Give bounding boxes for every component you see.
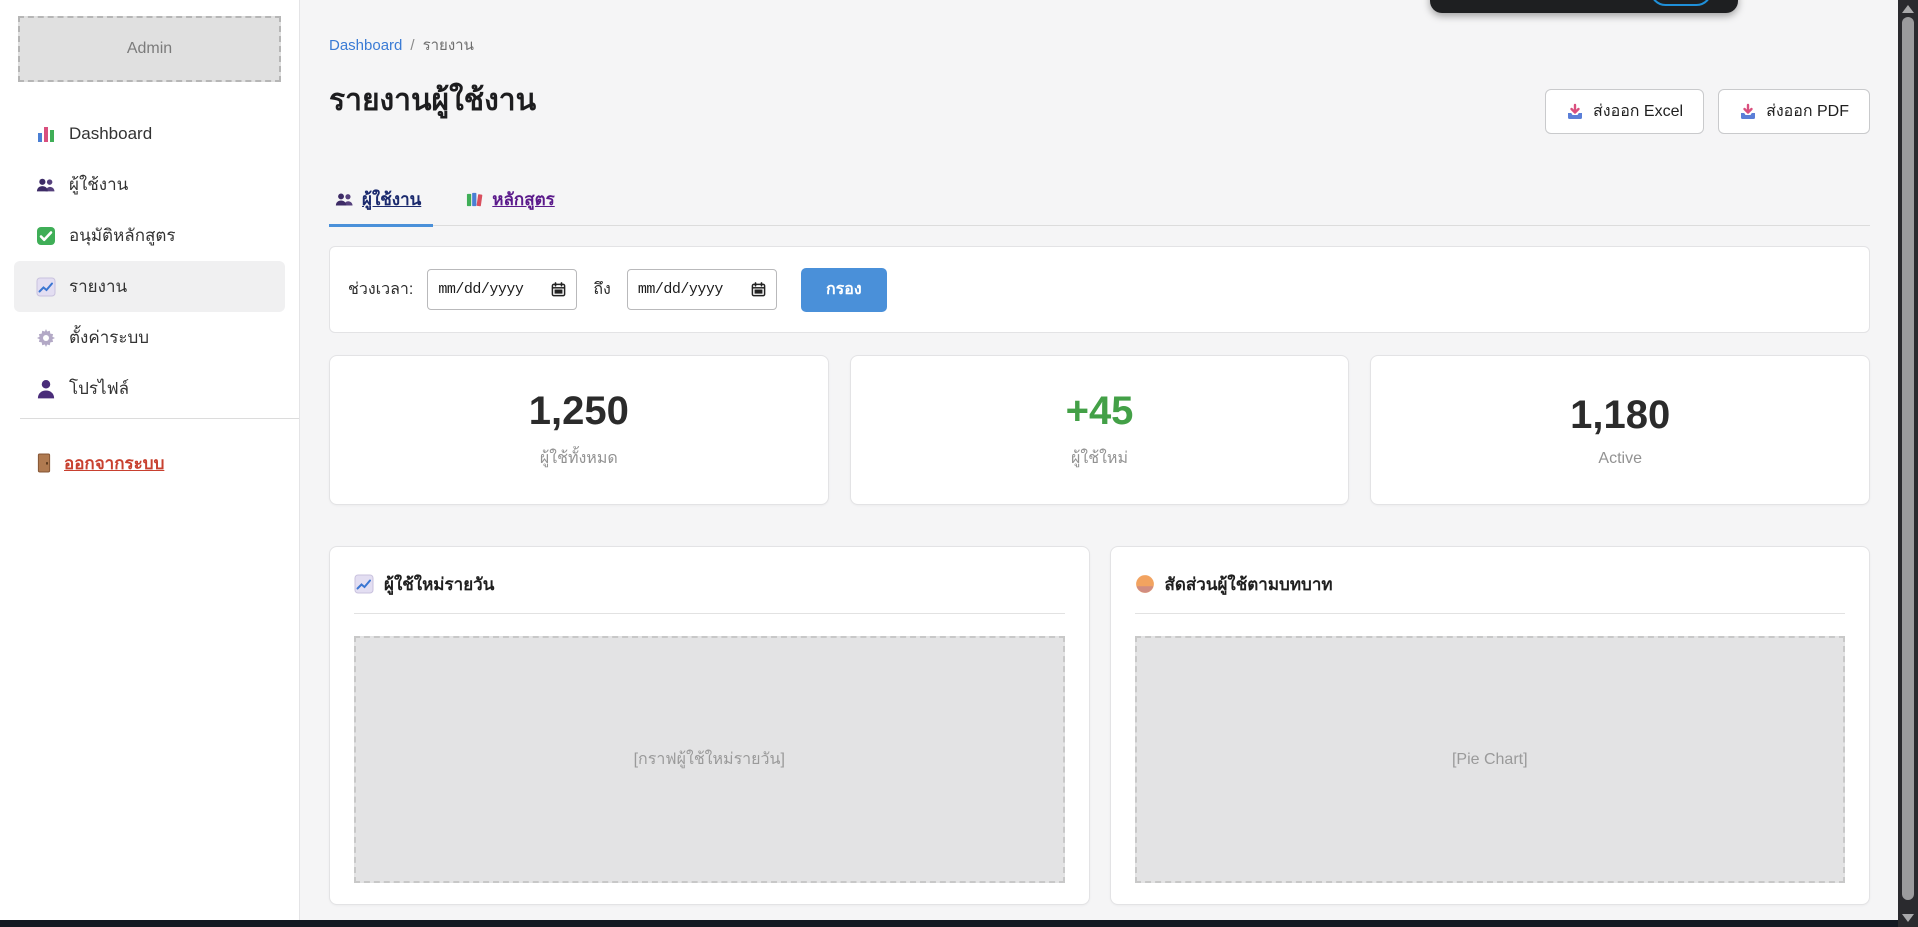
logout-link[interactable]: ออกจากระบบ	[0, 440, 285, 486]
sidebar-item-label: Dashboard	[69, 124, 152, 144]
export-pdf-label: ส่งออก PDF	[1766, 99, 1849, 124]
pie-chart-placeholder: [Pie Chart]	[1135, 636, 1846, 883]
stat-card-active-users: 1,180 Active	[1370, 355, 1870, 505]
download-tray-icon	[1566, 103, 1584, 121]
chart-title: ผู้ใช้ใหม่รายวัน	[384, 571, 494, 598]
main-content: Dashboard / รายงาน รายงานผู้ใช้งาน ส่งออ…	[301, 0, 1893, 920]
divider	[1135, 613, 1846, 614]
stat-label: Active	[1598, 450, 1642, 468]
export-excel-button[interactable]: ส่งออก Excel	[1545, 89, 1704, 134]
breadcrumb-current: รายงาน	[423, 33, 474, 57]
line-chart-placeholder: [กราฟผู้ใช้ใหม่รายวัน]	[354, 636, 1065, 883]
sidebar-menu: Dashboard ผู้ใช้งาน อนุมัติหลักสูตร รายง…	[0, 108, 299, 414]
end-date-value: mm/dd/yyyy	[638, 281, 723, 298]
check-icon	[36, 226, 56, 246]
stat-card-total-users: 1,250 ผู้ใช้ทั้งหมด	[329, 355, 829, 505]
sidebar-item-label: ผู้ใช้งาน	[69, 171, 128, 198]
chart-title-row: สัดส่วนผู้ใช้ตามบทบาท	[1135, 571, 1846, 597]
tab-bar: ผู้ใช้งาน หลักสูตร	[329, 180, 1870, 226]
export-buttons: ส่งออก Excel ส่งออก PDF	[1545, 89, 1870, 134]
stats-row: 1,250 ผู้ใช้ทั้งหมด +45 ผู้ใช้ใหม่ 1,180…	[329, 355, 1870, 505]
export-pdf-button[interactable]: ส่งออก PDF	[1718, 89, 1870, 134]
date-to-label: ถึง	[593, 277, 611, 302]
end-date-input[interactable]: mm/dd/yyyy	[627, 269, 777, 310]
placeholder-text: [Pie Chart]	[1452, 751, 1528, 769]
tab-courses[interactable]: หลักสูตร	[459, 180, 566, 225]
door-icon	[36, 453, 52, 473]
scrollbar-thumb[interactable]	[1902, 17, 1914, 900]
stat-value: +45	[1066, 389, 1134, 434]
scroll-down-button[interactable]	[1902, 914, 1914, 922]
tab-users[interactable]: ผู้ใช้งาน	[329, 180, 433, 225]
bottom-edge-bar	[0, 920, 1898, 927]
start-date-input[interactable]: mm/dd/yyyy	[427, 269, 577, 310]
stat-label: ผู้ใช้ทั้งหมด	[540, 446, 618, 471]
tab-courses-label: หลักสูตร	[492, 186, 554, 213]
users-icon	[36, 175, 56, 195]
sidebar-divider	[20, 418, 299, 419]
chart-title: สัดส่วนผู้ใช้ตามบทบาท	[1165, 571, 1333, 598]
browser-notification-toast	[1430, 0, 1738, 13]
placeholder-text: [กราฟผู้ใช้ใหม่รายวัน]	[634, 747, 785, 772]
calendar-icon[interactable]	[751, 282, 766, 297]
page-title: รายงานผู้ใช้งาน	[329, 79, 536, 123]
sidebar-item-reports[interactable]: รายงาน	[14, 261, 285, 312]
line-chart-icon	[354, 574, 374, 594]
sidebar-item-label: โปรไฟล์	[69, 375, 129, 402]
stat-card-new-users: +45 ผู้ใช้ใหม่	[850, 355, 1350, 505]
date-filter-card: ช่วงเวลา: mm/dd/yyyy ถึง mm/dd/yyyy กรอง	[329, 246, 1870, 333]
sidebar-item-users[interactable]: ผู้ใช้งาน	[14, 159, 285, 210]
pie-icon	[1135, 574, 1155, 594]
vertical-scrollbar[interactable]	[1898, 0, 1918, 927]
stat-value: 1,180	[1570, 393, 1670, 438]
charts-row: ผู้ใช้ใหม่รายวัน [กราฟผู้ใช้ใหม่รายวัน] …	[329, 546, 1870, 905]
logout-label: ออกจากระบบ	[64, 450, 164, 477]
sidebar-item-dashboard[interactable]: Dashboard	[14, 108, 285, 159]
divider	[354, 613, 1065, 614]
stat-label: ผู้ใช้ใหม่	[1071, 446, 1128, 471]
chart-card-daily-new-users: ผู้ใช้ใหม่รายวัน [กราฟผู้ใช้ใหม่รายวัน]	[329, 546, 1090, 905]
breadcrumb-dashboard-link[interactable]: Dashboard	[329, 37, 402, 54]
brand-placeholder: Admin	[18, 16, 281, 82]
sidebar-item-label: รายงาน	[69, 273, 127, 300]
chart-card-users-by-role: สัดส่วนผู้ใช้ตามบทบาท [Pie Chart]	[1110, 546, 1871, 905]
tab-users-label: ผู้ใช้งาน	[362, 186, 421, 213]
export-excel-label: ส่งออก Excel	[1593, 99, 1683, 124]
title-row: รายงานผู้ใช้งาน ส่งออก Excel ส่งออก PDF	[329, 79, 1870, 134]
person-icon	[36, 379, 56, 399]
calendar-icon[interactable]	[551, 282, 566, 297]
gear-icon	[36, 328, 56, 348]
books-icon	[465, 191, 484, 208]
chart-title-row: ผู้ใช้ใหม่รายวัน	[354, 571, 1065, 597]
sidebar-item-label: อนุมัติหลักสูตร	[69, 222, 176, 249]
admin-report-page: Admin Dashboard ผู้ใช้งาน อนุมัติหลักสูต…	[0, 0, 1918, 927]
breadcrumb-separator: /	[410, 37, 414, 54]
bar-chart-icon	[36, 124, 56, 144]
toast-action-button[interactable]	[1650, 0, 1712, 6]
start-date-value: mm/dd/yyyy	[438, 281, 523, 298]
sidebar-item-label: ตั้งค่าระบบ	[69, 324, 149, 351]
scroll-up-button[interactable]	[1902, 5, 1914, 13]
sidebar-item-profile[interactable]: โปรไฟล์	[14, 363, 285, 414]
download-tray-icon	[1739, 103, 1757, 121]
users-icon	[335, 191, 354, 208]
breadcrumb: Dashboard / รายงาน	[329, 33, 1870, 57]
sidebar-item-settings[interactable]: ตั้งค่าระบบ	[14, 312, 285, 363]
brand-label: Admin	[127, 40, 172, 58]
stat-value: 1,250	[529, 389, 629, 434]
sidebar-item-approve-courses[interactable]: อนุมัติหลักสูตร	[14, 210, 285, 261]
line-chart-icon	[36, 277, 56, 297]
sidebar: Admin Dashboard ผู้ใช้งาน อนุมัติหลักสูต…	[0, 0, 300, 920]
date-range-label: ช่วงเวลา:	[348, 277, 413, 302]
filter-button[interactable]: กรอง	[801, 268, 887, 312]
